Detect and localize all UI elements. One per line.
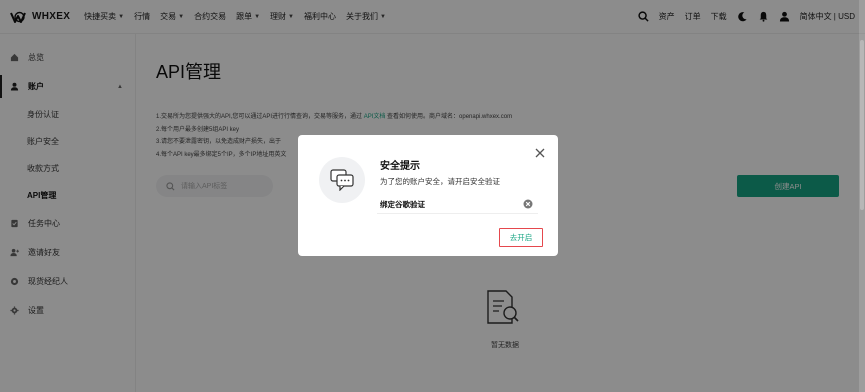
- dialog-description: 为了您的账户安全，请开启安全验证: [380, 177, 500, 186]
- close-icon[interactable]: [535, 148, 545, 158]
- scrollbar[interactable]: [859, 0, 865, 392]
- dialog-title: 安全提示: [380, 161, 420, 172]
- chat-bubble-illustration: [319, 157, 365, 203]
- scrollbar-thumb[interactable]: [860, 40, 864, 210]
- google-auth-row: 绑定谷歌验证: [377, 195, 538, 214]
- security-prompt-dialog: 安全提示 为了您的账户安全，请开启安全验证 绑定谷歌验证 去开启: [298, 135, 558, 256]
- google-auth-label: 绑定谷歌验证: [380, 199, 425, 209]
- enable-button[interactable]: 去开启: [499, 228, 543, 247]
- chat-bubbles-icon: [330, 169, 354, 191]
- close-circle-icon: [523, 199, 533, 209]
